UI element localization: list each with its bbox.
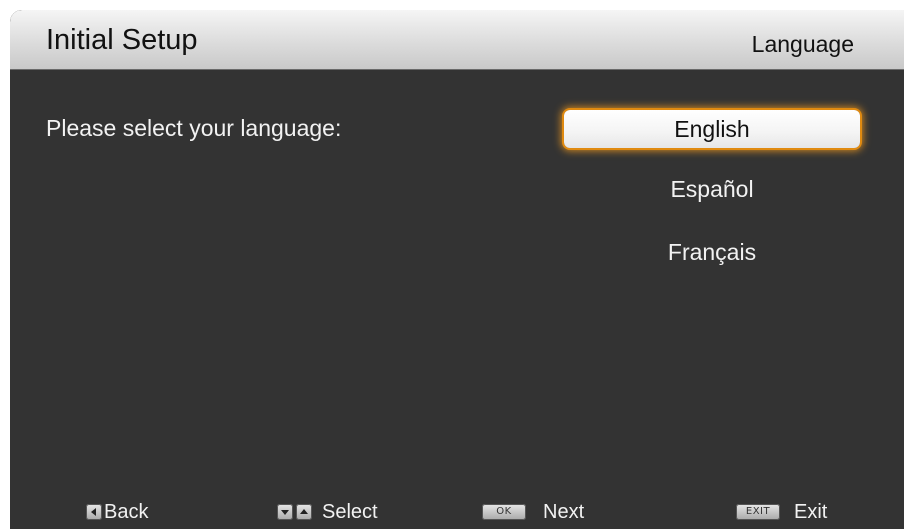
ok-key-icon: OK <box>482 504 526 520</box>
exit-label: Exit <box>794 500 828 523</box>
page-title: Initial Setup <box>46 24 198 56</box>
left-arrow-key-icon <box>86 504 102 520</box>
back-hint[interactable]: Back <box>86 498 148 526</box>
setup-screen: Initial Setup Language Please select you… <box>10 10 904 529</box>
down-arrow-key-icon <box>277 504 293 520</box>
language-prompt: Please select your language: <box>46 115 342 141</box>
next-label: Next <box>543 500 585 523</box>
language-list: English Español Français <box>550 96 874 336</box>
language-option-english[interactable]: English <box>564 110 860 148</box>
exit-key-icon: EXIT <box>736 504 780 520</box>
select-hint[interactable]: Select <box>277 498 378 526</box>
footer-hints: Back Select OK Next EXIT Exit <box>10 492 904 529</box>
up-arrow-key-icon <box>296 504 312 520</box>
exit-hint[interactable]: EXIT Exit <box>736 498 827 526</box>
section-title: Language <box>751 31 854 57</box>
next-hint[interactable]: OK Next <box>482 498 584 526</box>
header-bar: Initial Setup Language <box>10 10 904 70</box>
select-label: Select <box>322 500 378 523</box>
language-option-francais[interactable]: Français <box>564 233 860 271</box>
language-option-espanol[interactable]: Español <box>564 170 860 208</box>
back-label: Back <box>104 500 149 523</box>
